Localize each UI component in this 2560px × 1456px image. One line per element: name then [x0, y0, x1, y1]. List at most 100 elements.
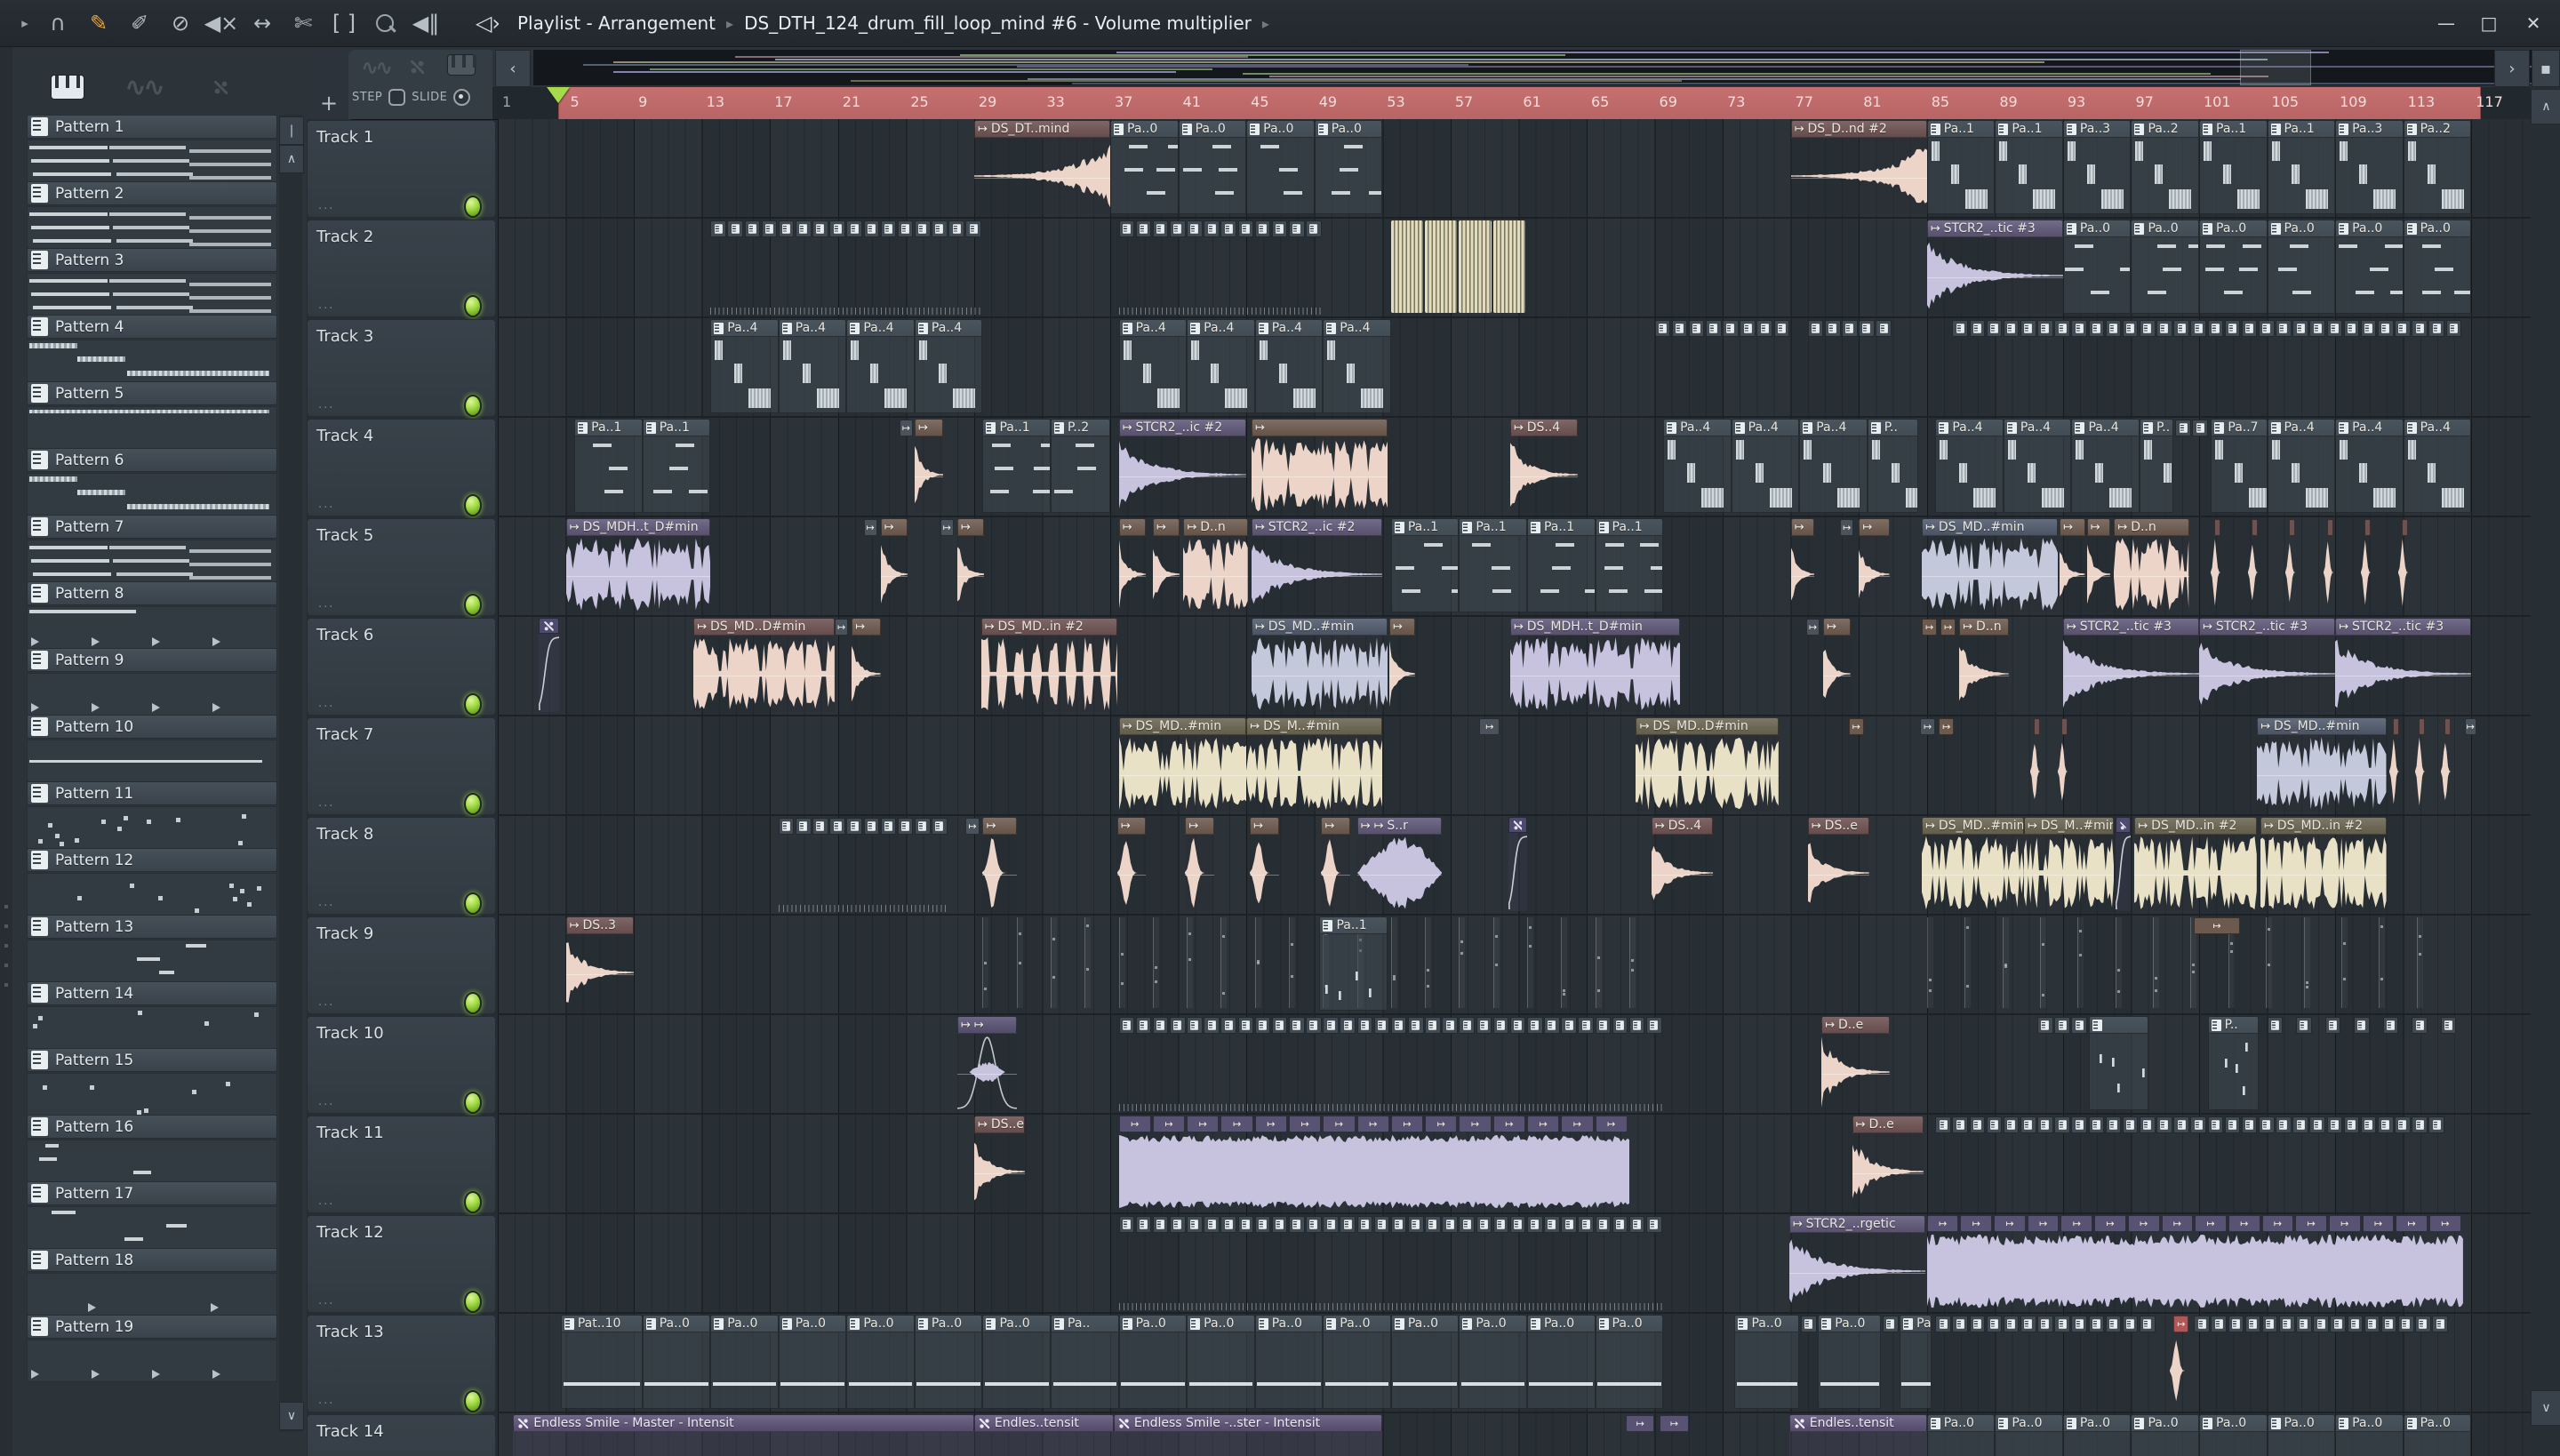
clip-header[interactable]: Endles..tensit: [1788, 1414, 1927, 1432]
paint-brush-icon[interactable]: ✐: [121, 0, 158, 46]
clip-header[interactable]: Pa..0: [1178, 120, 1247, 138]
pattern-clip[interactable]: Pa..4: [2267, 419, 2336, 514]
pattern-clip[interactable]: P..: [2140, 419, 2174, 514]
pattern-clip[interactable]: Pa..0: [1254, 1315, 1324, 1410]
pattern-segment-clip[interactable]: [1688, 320, 1705, 337]
clip-header[interactable]: Endless Smile - Master - Intensit: [513, 1414, 974, 1432]
pattern-segment-clip[interactable]: [2054, 320, 2070, 337]
pattern-clip[interactable]: Pa..4: [1187, 319, 1255, 414]
pattern-clip[interactable]: Pa..4: [710, 319, 779, 414]
pattern-segment-clip[interactable]: [2175, 420, 2191, 436]
pattern-segment-clip[interactable]: [2122, 320, 2139, 337]
track-mute-led[interactable]: [464, 892, 482, 915]
pattern-clip[interactable]: Pa..1: [642, 419, 711, 514]
pattern-clip[interactable]: Pa..4: [1799, 419, 1868, 514]
automation-clip[interactable]: Endles..tensit: [1788, 1414, 1927, 1456]
track-options-dots[interactable]: ...: [318, 398, 334, 412]
audio-clip[interactable]: ↦: [1790, 518, 1815, 613]
clip-header[interactable]: Pa..0: [2131, 220, 2199, 237]
track-options-dots[interactable]: ...: [318, 199, 334, 212]
sliced-audio-clip[interactable]: [2060, 718, 2068, 735]
clip-header[interactable]: Pa..1: [1595, 518, 1664, 536]
pattern-segment-clip[interactable]: [948, 220, 964, 237]
clip-header[interactable]: ↦: [1118, 518, 1147, 536]
audio-segment-clip[interactable]: ↦: [1960, 1215, 1993, 1232]
clip-header[interactable]: Pa..0: [846, 1315, 915, 1332]
clip-header[interactable]: Pa..1: [2267, 120, 2336, 138]
sliced-audio-clip[interactable]: [2401, 519, 2408, 536]
pattern-segment-clip[interactable]: [2003, 320, 2020, 337]
pattern-item-header[interactable]: Pattern 13: [27, 915, 277, 939]
close-button[interactable]: ✕: [2516, 7, 2551, 39]
audio-segment-clip[interactable]: ↦: [1289, 1116, 1322, 1132]
track-lane[interactable]: ↦ STCR2_..rgetic ↦ ↦ ↦ ↦ ↦ ↦ ↦ ↦ ↦ ↦ ↦ ↦ ↦ ↦ ↦ ↦: [498, 1214, 2531, 1314]
track-header[interactable]: Track 10...: [307, 1016, 496, 1114]
clip-header[interactable]: Pa..0: [1459, 1315, 1527, 1332]
pattern-segment-clip[interactable]: [2105, 320, 2122, 337]
pattern-segment-clip[interactable]: [2382, 1017, 2399, 1034]
pattern-segment-clip[interactable]: [2412, 1017, 2428, 1034]
pattern-segment-clip[interactable]: [1323, 1216, 1339, 1233]
pattern-segment-clip[interactable]: [1220, 1017, 1237, 1034]
pattern-segment-clip[interactable]: [846, 818, 862, 835]
pattern-clip[interactable]: Pa..1: [1390, 518, 1460, 613]
clip-header[interactable]: ↦ DS_MD..in #2: [2134, 817, 2258, 835]
pattern-segment-clip[interactable]: [2276, 320, 2292, 337]
clip-header[interactable]: ↦ DS_MDH..t_D#min: [1509, 618, 1681, 636]
clip-header[interactable]: ↦ DS_MD..in #2: [2260, 817, 2387, 835]
pattern-segment-clip[interactable]: [1289, 1216, 1305, 1233]
audio-segment-clip[interactable]: ↦: [1926, 1215, 1959, 1232]
clip-header[interactable]: Pa..0: [2335, 220, 2404, 237]
pattern-item[interactable]: Pattern 4: [27, 315, 277, 382]
track-lane[interactable]: Pat..10 Pa..0 Pa..0 Pa..0 Pa..0 Pa..0 Pa..0 Pa.…: [498, 1314, 2531, 1413]
pattern-segment-clip[interactable]: [1842, 320, 1858, 337]
pattern-segment-clip[interactable]: [1289, 220, 1305, 237]
pattern-item-header[interactable]: Pattern 4: [27, 315, 277, 339]
pattern-segment-clip[interactable]: [1442, 1216, 1458, 1233]
pattern-clip[interactable]: Pa..0: [2131, 220, 2199, 315]
pattern-clip[interactable]: Pa..0: [1178, 120, 1247, 215]
pattern-clip[interactable]: Pa..4: [1254, 319, 1324, 414]
pattern-item-header[interactable]: Pattern 7: [27, 515, 277, 539]
pattern-segment-clip[interactable]: [1807, 320, 1824, 337]
track-options-dots[interactable]: ...: [318, 796, 334, 810]
track-options-dots[interactable]: ...: [318, 1294, 334, 1308]
pattern-segment-clip[interactable]: [1271, 1017, 1288, 1034]
clip-header[interactable]: [538, 618, 559, 634]
audio-clip[interactable]: ↦ D..n: [1183, 518, 1249, 613]
ghost-note-clip[interactable]: [1628, 917, 1636, 1008]
clip-header[interactable]: Pa..0: [2199, 1414, 2268, 1432]
clip-header[interactable]: ↦: [956, 518, 985, 536]
pattern-segment-clip[interactable]: [2190, 1116, 2207, 1133]
track-lane[interactable]: Pa..4 Pa..4 Pa..4 Pa..4 Pa..4 Pa..4 Pa..4 Pa..4: [498, 318, 2531, 418]
pattern-segment-clip[interactable]: [2278, 1316, 2295, 1332]
pattern-item[interactable]: Pattern 6: [27, 448, 277, 516]
pattern-segment-clip[interactable]: [2330, 1316, 2346, 1332]
pattern-segment-clip[interactable]: [2140, 320, 2156, 337]
pattern-clip[interactable]: P..: [2207, 1016, 2259, 1111]
audio-segment-clip[interactable]: ↦: [2428, 1215, 2461, 1232]
playhead-marker[interactable]: [546, 87, 570, 103]
pattern-item[interactable]: Pattern 18: [27, 1248, 277, 1316]
dense-pattern-clip[interactable]: [1492, 220, 1525, 313]
sliced-audio-clip[interactable]: [2326, 519, 2333, 536]
clip-header[interactable]: ↦ DS_D..nd #2: [1790, 120, 1927, 138]
clip-header[interactable]: ↦ DS_MD..#min: [1251, 618, 1388, 636]
pattern-segment-clip[interactable]: [1135, 1216, 1152, 1233]
audio-clip[interactable]: ↦: [880, 518, 908, 613]
pattern-segment-clip[interactable]: [1476, 1017, 1492, 1034]
clip-header[interactable]: P..2: [1051, 419, 1111, 436]
arrangement-overview[interactable]: [533, 50, 2560, 85]
pattern-segment-clip[interactable]: [2173, 1116, 2189, 1133]
pattern-item-header[interactable]: Pattern 3: [27, 248, 277, 272]
pattern-clip[interactable]: Pa..0: [710, 1315, 779, 1410]
clip-header[interactable]: ↦ D..e: [1821, 1016, 1890, 1034]
pattern-segment-clip[interactable]: [2380, 1316, 2397, 1332]
pattern-segment-clip[interactable]: [2156, 1116, 2172, 1133]
pattern-segment-clip[interactable]: [1425, 1017, 1441, 1034]
audio-clip-row[interactable]: ↦ ↦ ↦ ↦ ↦ ↦ ↦ ↦ ↦ ↦ ↦ ↦ ↦ ↦ ↦ ↦: [1926, 1215, 2463, 1310]
delete-icon[interactable]: ⊘: [162, 0, 199, 46]
pattern-clip[interactable]: Pa..0: [2199, 220, 2268, 315]
clip-header[interactable]: Pa..1: [1319, 916, 1388, 934]
track-mute-led[interactable]: [464, 1291, 482, 1313]
